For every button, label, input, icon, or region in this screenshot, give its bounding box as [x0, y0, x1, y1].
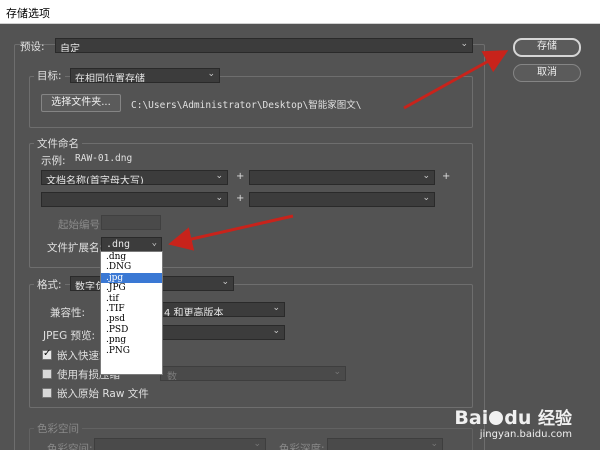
chevron-down-icon: ⌄: [333, 367, 341, 377]
extension-option[interactable]: .psd: [101, 314, 162, 324]
extension-value: .dng: [106, 239, 131, 250]
choose-folder-button[interactable]: 选择文件夹...: [41, 94, 121, 112]
extension-option[interactable]: .png: [101, 335, 162, 345]
naming-field-3[interactable]: ⌄: [41, 192, 228, 207]
destination-value: 在相同位置存储: [75, 74, 145, 83]
destination-label: 目标:: [34, 68, 65, 83]
embed-raw-checkbox[interactable]: [42, 388, 52, 398]
naming-field-1-value: 文档名称(首字母大写): [46, 176, 144, 185]
naming-field-4[interactable]: ⌄: [249, 192, 435, 207]
chevron-down-icon: ⌄: [422, 171, 430, 181]
watermark-jingyan: 经验: [538, 409, 572, 429]
chevron-down-icon: ⌄: [221, 277, 229, 287]
example-label: 示例:: [41, 155, 66, 167]
naming-field-2[interactable]: ⌄: [249, 170, 435, 185]
chevron-down-icon: ⌄: [430, 439, 438, 449]
embed-fast-load-checkbox[interactable]: [42, 348, 52, 360]
lossy-select[interactable]: 数 ⌄: [160, 366, 346, 381]
window-title: 存储选项: [6, 7, 50, 20]
extension-option[interactable]: .dng: [101, 252, 162, 262]
extension-option[interactable]: .PSD: [101, 325, 162, 335]
color-space-label: 色彩空间:: [47, 443, 93, 450]
chevron-down-icon: ⌄: [151, 238, 157, 248]
lossy-checkbox[interactable]: [42, 369, 52, 379]
jpeg-preview-label: JPEG 预览:: [43, 330, 96, 342]
extension-option[interactable]: .JPG: [101, 283, 162, 293]
compat-label: 兼容性:: [50, 307, 86, 319]
save-button[interactable]: 存储: [513, 38, 581, 57]
extension-label: 文件扩展名:: [47, 242, 104, 254]
preset-select[interactable]: 自定 ⌄: [55, 38, 473, 53]
watermark-url: jingyan.baidu.com: [479, 429, 572, 440]
start-number-input[interactable]: [101, 215, 161, 230]
destination-path: C:\Users\Administrator\Desktop\智能家图文\: [131, 100, 362, 111]
extension-option[interactable]: .PNG: [101, 346, 162, 356]
color-space-select[interactable]: ⌄: [94, 438, 266, 450]
preset-label: 预设:: [20, 41, 45, 53]
chevron-down-icon: ⌄: [460, 39, 468, 49]
color-depth-select[interactable]: ⌄: [327, 438, 443, 450]
plus-label: +: [442, 171, 451, 182]
start-number-label: 起始编号:: [58, 219, 104, 231]
example-value: RAW-01.dng: [75, 153, 133, 164]
preset-value: 自定: [60, 44, 80, 53]
chevron-down-icon: ⌄: [422, 193, 430, 203]
format-title: 格式:: [34, 277, 65, 292]
watermark-brand: Bai: [454, 407, 489, 429]
extension-select[interactable]: .dng ⌄: [101, 237, 162, 252]
lossy-value: 数: [167, 372, 177, 381]
chevron-down-icon: ⌄: [272, 326, 280, 336]
extension-option[interactable]: .jpg: [101, 272, 162, 284]
chevron-down-icon: ⌄: [215, 193, 223, 203]
cancel-button[interactable]: 取消: [513, 64, 581, 82]
extension-option[interactable]: .DNG: [101, 262, 162, 272]
extension-option[interactable]: .tif: [101, 294, 162, 304]
chevron-down-icon: ⌄: [207, 69, 215, 79]
chevron-down-icon: ⌄: [215, 171, 223, 181]
chevron-down-icon: ⌄: [272, 303, 280, 313]
file-naming-title: 文件命名: [34, 136, 82, 151]
compat-value: 4 和更高版本: [164, 308, 224, 317]
destination-select[interactable]: 在相同位置存储 ⌄: [70, 68, 220, 83]
window-titlebar: 存储选项: [0, 0, 600, 24]
chevron-down-icon: ⌄: [253, 439, 261, 449]
plus-label: +: [236, 193, 245, 204]
baidu-watermark: Bai du 经验 jingyan.baidu.com: [454, 408, 572, 440]
plus-label: +: [236, 171, 245, 182]
paw-icon: [489, 411, 504, 425]
color-space-title: 色彩空间: [34, 421, 82, 436]
extension-option[interactable]: .TIF: [101, 304, 162, 314]
color-depth-label: 色彩深度:: [279, 443, 325, 450]
extension-dropdown-list[interactable]: .dng .DNG .jpg .JPG .tif .TIF .psd .PSD .png .PNG: [100, 251, 163, 375]
watermark-du: du: [504, 407, 532, 429]
naming-field-1[interactable]: 文档名称(首字母大写) ⌄: [41, 170, 228, 185]
embed-raw-label: 嵌入原始 Raw 文件: [57, 388, 149, 400]
